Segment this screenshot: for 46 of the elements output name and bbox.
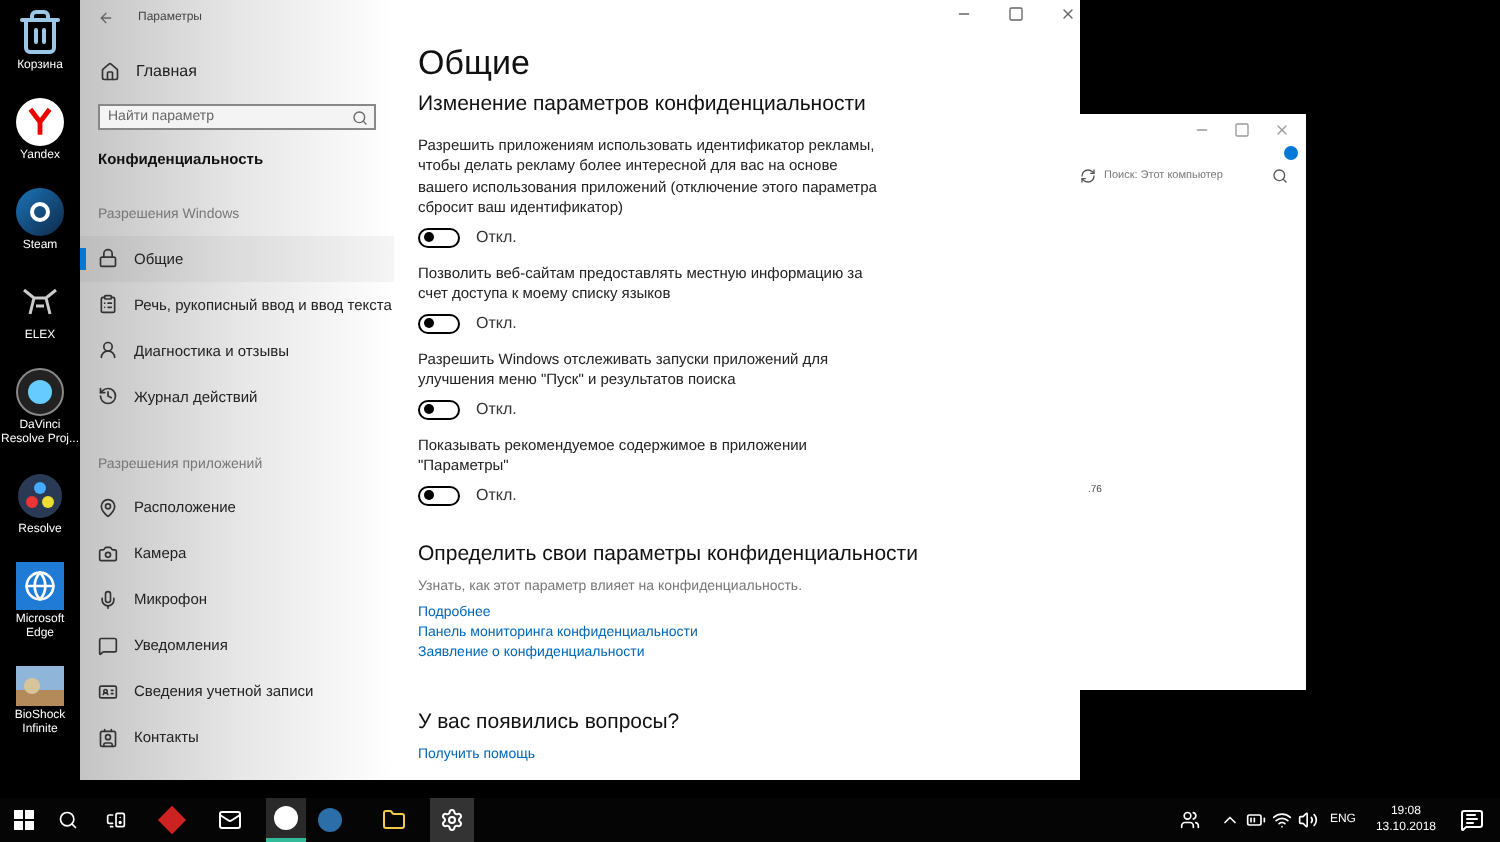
camera-icon	[98, 543, 118, 564]
toggle-state: Откл.	[476, 311, 517, 336]
windows-start-icon[interactable]	[14, 810, 34, 830]
resolve-icon	[16, 472, 64, 520]
people-icon[interactable]	[1179, 810, 1200, 830]
toggle-switch[interactable]	[418, 227, 460, 248]
volume-icon[interactable]	[1297, 810, 1318, 830]
microphone-icon	[98, 589, 118, 610]
toggle-state: Откл.	[476, 397, 517, 422]
yandex-icon	[16, 98, 64, 146]
task-view-icon[interactable]	[106, 810, 126, 830]
section-title: Изменение параметров конфиденциальности	[418, 90, 868, 120]
person-icon	[98, 340, 118, 361]
battery-icon[interactable]	[1245, 810, 1266, 830]
toggle-switch[interactable]	[418, 313, 460, 334]
toggle-state: Откл.	[476, 225, 517, 250]
page-title: Общие	[418, 44, 532, 84]
toggle-state: Откл.	[476, 483, 517, 508]
search-icon[interactable]	[1272, 168, 1288, 185]
lock-icon	[98, 248, 118, 269]
clipboard-icon	[98, 294, 118, 315]
close-icon[interactable]	[1274, 122, 1290, 138]
folder-icon[interactable]	[382, 808, 406, 832]
location-pin-icon	[98, 497, 118, 518]
back-icon[interactable]	[98, 10, 114, 26]
edge-icon	[16, 562, 64, 610]
notification-icon[interactable]	[1460, 808, 1484, 832]
home-link[interactable]: Главная	[136, 60, 197, 84]
id-card-icon	[98, 681, 118, 702]
section-title: У вас появились вопросы?	[418, 708, 682, 738]
message-icon	[98, 635, 118, 656]
settings-taskbar-icon[interactable]	[430, 798, 474, 842]
toggle-switch[interactable]	[418, 399, 460, 420]
mail-icon[interactable]	[218, 808, 242, 832]
davinci-icon	[16, 368, 64, 416]
trash-icon	[16, 8, 64, 56]
close-icon[interactable]	[1060, 6, 1076, 22]
home-icon	[100, 62, 120, 82]
refresh-icon[interactable]	[1080, 168, 1096, 185]
toggle-switch[interactable]	[418, 485, 460, 506]
history-icon	[98, 386, 118, 407]
steam-icon	[16, 188, 64, 236]
contact-icon	[98, 727, 118, 748]
maximize-icon[interactable]	[1008, 6, 1024, 22]
wifi-icon[interactable]	[1271, 810, 1292, 830]
section-title: Определить свои параметры конфиденциальности	[418, 539, 920, 570]
